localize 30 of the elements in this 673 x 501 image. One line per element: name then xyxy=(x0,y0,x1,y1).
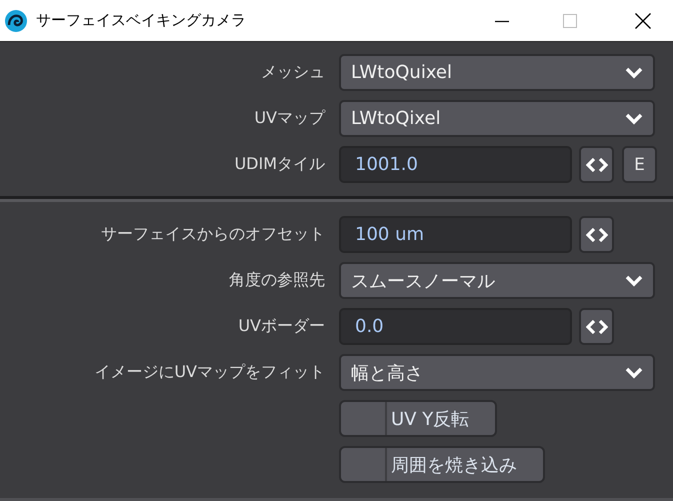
window-title: サーフェイスベイキングカメラ xyxy=(36,11,247,30)
field-label: UDIMタイル xyxy=(233,154,326,175)
field-label: 角度の参照先 xyxy=(228,270,326,291)
field-label: UVボーダー xyxy=(237,316,326,337)
toggle-button[interactable]: UV Y反転 xyxy=(339,400,498,437)
left-right-arrows-icon xyxy=(586,320,608,334)
dropdown[interactable]: LWtoQixel xyxy=(339,100,655,137)
dropdown[interactable]: 幅と高さ xyxy=(339,354,655,391)
number-field[interactable]: 0.0 xyxy=(339,308,572,345)
close-icon[interactable] xyxy=(635,12,651,28)
stepper-button[interactable] xyxy=(579,308,614,345)
chevron-down-icon xyxy=(625,274,643,286)
field-label: メッシュ xyxy=(260,62,326,83)
number-field[interactable]: 100 um xyxy=(339,216,572,253)
left-right-arrows-icon xyxy=(586,158,608,172)
number-field[interactable]: 1001.0 xyxy=(339,146,572,183)
stepper-button[interactable] xyxy=(579,146,614,183)
chevron-down-icon xyxy=(625,112,643,124)
chevron-down-icon xyxy=(625,366,643,378)
field-label: イメージにUVマップをフィット xyxy=(93,362,326,383)
toggle-button[interactable]: 周囲を焼き込み xyxy=(339,446,545,483)
left-right-arrows-icon xyxy=(586,228,608,242)
field-label: サーフェイスからのオフセット xyxy=(100,224,326,245)
dropdown[interactable]: LWtoQuixel xyxy=(339,54,655,91)
chevron-down-icon xyxy=(625,66,643,78)
dropdown[interactable]: スムースノーマル xyxy=(339,262,655,299)
app-logo-icon xyxy=(4,8,28,32)
field-label: UVマップ xyxy=(253,108,326,129)
stepper-button[interactable] xyxy=(579,216,614,253)
edit-button[interactable]: E xyxy=(622,146,657,183)
